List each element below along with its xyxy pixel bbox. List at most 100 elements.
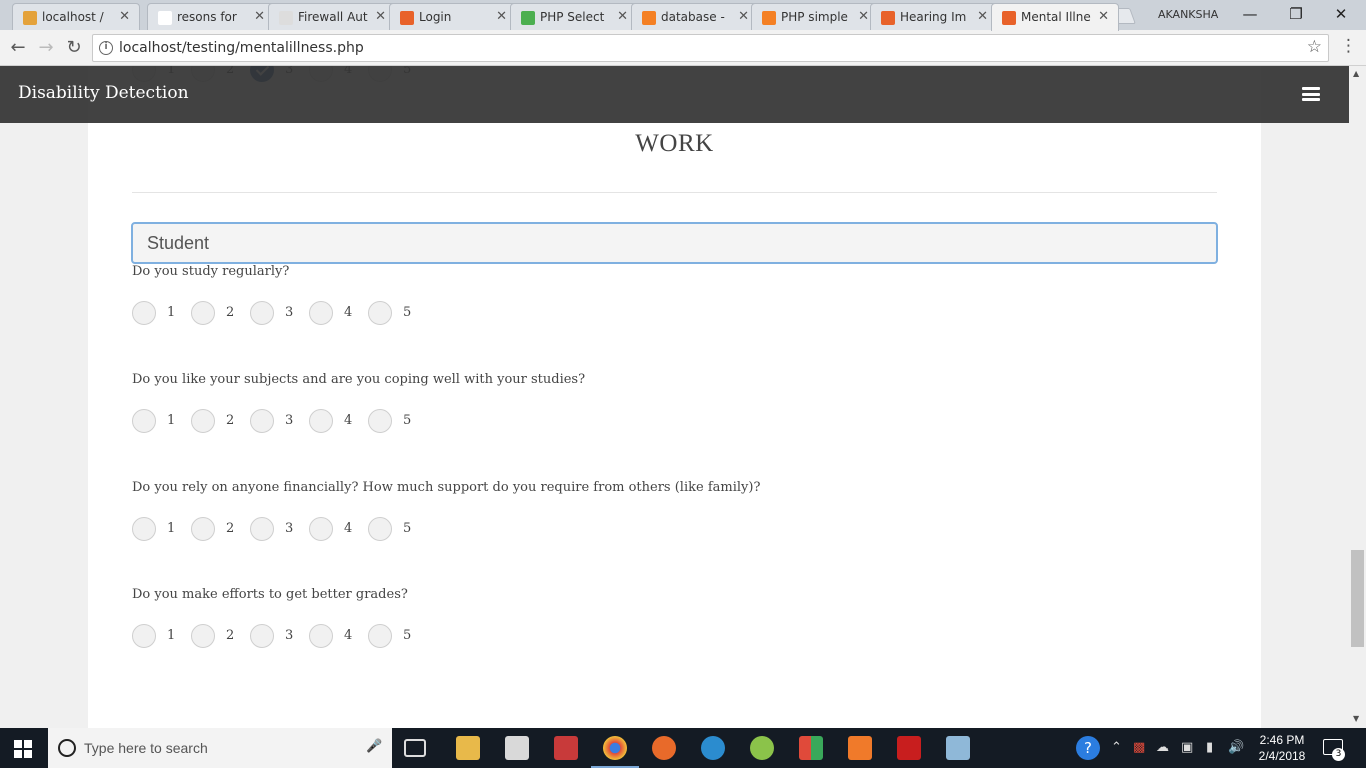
app-tiles-icon[interactable] (799, 736, 823, 760)
radio-button[interactable] (191, 517, 215, 541)
rating-option[interactable]: 3 (250, 624, 309, 650)
radio-button[interactable] (250, 301, 274, 325)
chrome-icon[interactable] (603, 736, 627, 760)
rating-option[interactable]: 1 (132, 624, 191, 650)
rating-option[interactable]: 2 (191, 624, 250, 650)
firefox-icon[interactable] (652, 736, 676, 760)
radio-button[interactable] (250, 517, 274, 541)
onedrive-icon[interactable]: ☁ (1156, 740, 1169, 755)
rating-option[interactable]: 4 (309, 301, 368, 327)
browser-tab[interactable]: localhost / ✕ (12, 3, 140, 30)
radio-button[interactable] (309, 301, 333, 325)
rating-option[interactable]: 3 (250, 409, 309, 435)
notepad-icon[interactable] (946, 736, 970, 760)
browser-tab[interactable]: Mental Illne ✕ (991, 3, 1119, 31)
rating-option[interactable]: 2 (191, 409, 250, 435)
tab-close-icon[interactable]: ✕ (496, 9, 507, 24)
browser-tab[interactable]: database - ✕ (631, 3, 759, 30)
radio-button[interactable] (368, 624, 392, 648)
close-window-icon[interactable]: ✕ (1318, 2, 1364, 28)
rating-option[interactable]: 5 (368, 517, 427, 543)
rating-option[interactable]: 3 (250, 301, 309, 327)
tab-close-icon[interactable]: ✕ (1098, 9, 1109, 24)
rating-option[interactable]: 5 (368, 409, 427, 435)
android-studio-icon[interactable] (750, 736, 774, 760)
volume-icon[interactable]: 🔊 (1228, 740, 1244, 755)
task-view-icon[interactable] (404, 739, 426, 757)
back-icon[interactable]: ← (6, 36, 30, 60)
radio-button[interactable] (132, 409, 156, 433)
browser-tab[interactable]: Login ✕ (389, 3, 517, 30)
radio-button[interactable] (368, 301, 392, 325)
app-blue-icon[interactable] (701, 736, 725, 760)
help-icon[interactable]: ? (1076, 736, 1100, 760)
radio-button[interactable] (191, 409, 215, 433)
minimize-icon[interactable]: — (1227, 2, 1273, 28)
radio-button[interactable] (250, 624, 274, 648)
taskbar-clock[interactable]: 2:46 PM 2/4/2018 (1252, 732, 1312, 764)
rating-option[interactable]: 2 (191, 517, 250, 543)
rating-option[interactable]: 4 (309, 624, 368, 650)
tray-app-icon[interactable]: ▩ (1133, 740, 1145, 755)
tab-close-icon[interactable]: ✕ (738, 9, 749, 24)
radio-button[interactable] (309, 517, 333, 541)
info-icon[interactable]: i (99, 41, 113, 55)
browser-tab[interactable]: Hearing Im ✕ (870, 3, 998, 30)
tab-close-icon[interactable]: ✕ (617, 9, 628, 24)
app-red-icon[interactable] (554, 736, 578, 760)
tab-close-icon[interactable]: ✕ (119, 9, 130, 24)
tab-close-icon[interactable]: ✕ (254, 9, 265, 24)
scroll-up-icon[interactable]: ▲ (1353, 69, 1359, 78)
radio-button[interactable] (368, 517, 392, 541)
browser-tab[interactable]: resons for ✕ (147, 3, 275, 30)
radio-button[interactable] (309, 624, 333, 648)
store-icon[interactable] (505, 736, 529, 760)
windows-start-icon[interactable] (14, 740, 32, 758)
reload-icon[interactable]: ↻ (62, 36, 86, 60)
url-text[interactable]: localhost/testing/mentalillness.php (119, 40, 364, 56)
rating-option[interactable]: 5 (368, 624, 427, 650)
forward-icon[interactable]: → (34, 36, 58, 60)
hamburger-menu-icon[interactable] (1302, 87, 1320, 101)
radio-button[interactable] (191, 624, 215, 648)
browser-tab[interactable]: PHP simple ✕ (751, 3, 879, 30)
radio-button[interactable] (132, 624, 156, 648)
rating-option[interactable]: 1 (132, 301, 191, 327)
restore-icon[interactable]: ❐ (1273, 2, 1319, 28)
tab-close-icon[interactable]: ✕ (858, 9, 869, 24)
tab-close-icon[interactable]: ✕ (977, 9, 988, 24)
site-brand[interactable]: Disability Detection (18, 83, 189, 103)
network-icon[interactable]: ▣ (1181, 740, 1193, 755)
radio-button[interactable] (368, 409, 392, 433)
scroll-thumb[interactable] (1351, 550, 1364, 647)
occupation-select[interactable]: Student (131, 222, 1218, 264)
rating-option[interactable]: 1 (132, 409, 191, 435)
rating-option[interactable]: 3 (250, 517, 309, 543)
radio-button[interactable] (191, 301, 215, 325)
browser-tab[interactable]: Firewall Aut ✕ (268, 3, 396, 30)
battery-icon[interactable]: ▮ (1206, 740, 1213, 755)
radio-button[interactable] (309, 409, 333, 433)
acrobat-icon[interactable] (897, 736, 921, 760)
rating-option[interactable]: 4 (309, 517, 368, 543)
scroll-down-icon[interactable]: ▼ (1353, 714, 1359, 723)
browser-tab[interactable]: PHP Select ✕ (510, 3, 638, 30)
page-scrollbar[interactable]: ▲ ▼ (1349, 66, 1366, 728)
taskbar-search-box[interactable]: Type here to search 🎤 (48, 728, 392, 768)
rating-option[interactable]: 5 (368, 301, 427, 327)
file-explorer-icon[interactable] (456, 736, 480, 760)
browser-menu-icon[interactable]: ⋮ (1340, 36, 1357, 56)
bookmark-star-icon[interactable]: ☆ (1307, 37, 1322, 57)
rating-option[interactable]: 4 (309, 409, 368, 435)
radio-button[interactable] (250, 409, 274, 433)
microphone-icon[interactable]: 🎤 (366, 739, 382, 754)
rating-option[interactable]: 2 (191, 301, 250, 327)
tab-close-icon[interactable]: ✕ (375, 9, 386, 24)
tray-chevron-icon[interactable]: ⌃ (1111, 740, 1122, 755)
xampp-icon[interactable] (848, 736, 872, 760)
address-bar[interactable]: i localhost/testing/mentalillness.php ☆ (92, 34, 1329, 62)
radio-button[interactable] (132, 517, 156, 541)
rating-option[interactable]: 1 (132, 517, 191, 543)
profile-name[interactable]: AKANKSHA (1158, 8, 1218, 21)
radio-button[interactable] (132, 301, 156, 325)
